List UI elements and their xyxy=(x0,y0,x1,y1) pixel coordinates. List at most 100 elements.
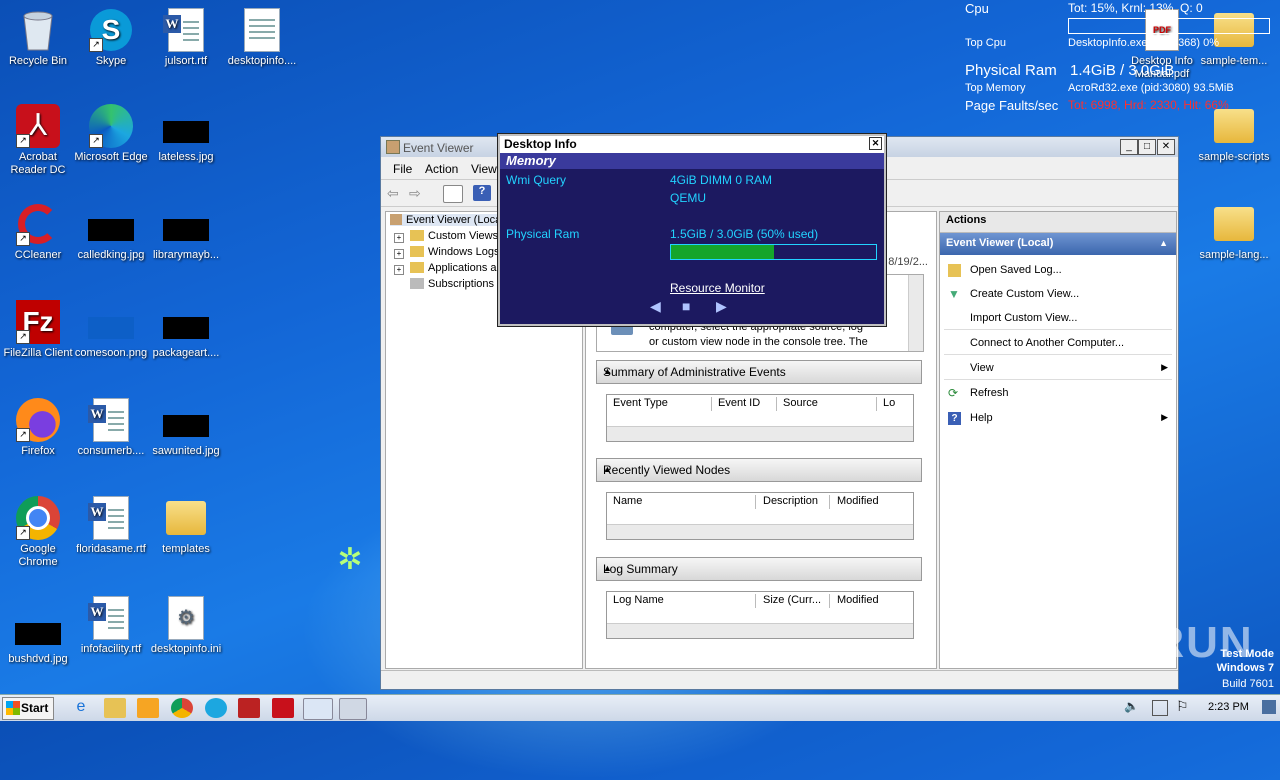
desktop-info-taskbar-icon[interactable] xyxy=(339,698,367,720)
event-viewer-taskbar-icon[interactable] xyxy=(303,698,333,720)
desktop-icon-skype[interactable]: S ↗ Skype xyxy=(73,8,149,68)
desktop-icon-chrome[interactable]: ↗ Google Chrome xyxy=(0,496,76,569)
log-summary-grid[interactable]: Log Name Size (Curr... Modified xyxy=(606,591,914,639)
recent-nodes-panel-header[interactable]: Recently Viewed Nodes ▲ xyxy=(596,458,922,482)
expand-icon[interactable]: + xyxy=(394,233,404,243)
collapse-icon[interactable]: ▲ xyxy=(603,563,915,573)
desktop-icon-bushdvd[interactable]: bushdvd.jpg xyxy=(0,606,76,666)
desktop-icon-librarymayb[interactable]: librarymayb... xyxy=(148,202,224,262)
back-arrow-icon[interactable]: ⇦ xyxy=(387,185,405,201)
column-header[interactable]: Event ID xyxy=(712,397,777,411)
image-thumbnail-icon xyxy=(162,104,210,148)
previous-page-icon[interactable]: ◀ xyxy=(650,298,661,315)
action-create-custom-view[interactable]: Create Custom View... xyxy=(970,288,1079,300)
actions-selected-node[interactable]: Event Viewer (Local) ▲ xyxy=(940,233,1176,255)
archive-app-icon[interactable] xyxy=(238,698,260,718)
horizontal-scrollbar[interactable] xyxy=(607,524,913,539)
desktop-icon-filezilla[interactable]: Fz ↗ FileZilla Client xyxy=(0,300,76,360)
desktop-icon-firefox[interactable]: ↗ Firefox xyxy=(0,398,76,458)
internet-explorer-icon[interactable]: e xyxy=(70,698,92,718)
column-header[interactable]: Event Type xyxy=(607,397,712,411)
action-import-custom-view[interactable]: Import Custom View... xyxy=(970,312,1077,324)
collapse-icon[interactable]: ▲ xyxy=(1159,238,1168,248)
desktop-icon-templates[interactable]: templates xyxy=(148,496,224,556)
physical-ram-label: Physical Ram xyxy=(965,62,1057,79)
show-desktop-button[interactable] xyxy=(1262,700,1276,714)
media-player-icon[interactable] xyxy=(137,698,159,718)
file-explorer-icon[interactable] xyxy=(104,698,126,718)
overview-scrollbar[interactable] xyxy=(908,275,923,351)
clock[interactable]: 2:23 PM xyxy=(1208,701,1249,713)
action-view[interactable]: View xyxy=(970,362,994,374)
summary-panel-header[interactable]: Summary of Administrative Events ▲ xyxy=(596,360,922,384)
next-page-icon[interactable]: ▶ xyxy=(716,298,727,315)
desktop-icon-desktopinfo[interactable]: desktopinfo.... xyxy=(224,8,300,68)
desktop-icon-recycle-bin[interactable]: Recycle Bin xyxy=(0,8,76,68)
collapse-icon[interactable]: ▲ xyxy=(603,366,915,376)
action-open-saved-log[interactable]: Open Saved Log... xyxy=(970,264,1062,276)
collapse-icon[interactable]: ▲ xyxy=(603,464,915,474)
acrobat-taskbar-icon[interactable] xyxy=(272,698,294,718)
network-icon[interactable] xyxy=(1152,700,1168,716)
column-header[interactable]: Log Name xyxy=(607,594,756,608)
desktop-icon-packageart[interactable]: packageart.... xyxy=(148,300,224,360)
action-help[interactable]: Help xyxy=(970,412,993,424)
desktop-icon-acrobat[interactable]: ⅄ ↗ Acrobat Reader DC xyxy=(0,104,76,177)
desktop-icon-edge[interactable]: ↗ Microsoft Edge xyxy=(73,104,149,164)
desktop-info-window[interactable]: Desktop Info ✕ Memory Wmi Query 4GiB DIM… xyxy=(498,134,886,326)
column-header[interactable]: Modified xyxy=(831,495,907,509)
action-connect-computer[interactable]: Connect to Another Computer... xyxy=(970,337,1124,349)
minimize-button[interactable]: _ xyxy=(1120,139,1138,155)
tree-item-subscriptions[interactable]: Subscriptions xyxy=(410,278,494,290)
desktop-icon-sawunited[interactable]: sawunited.jpg xyxy=(148,398,224,458)
test-mode-line: Test Mode xyxy=(1220,648,1274,660)
menu-action[interactable]: Action xyxy=(425,162,458,176)
speaker-icon[interactable]: 🔈 xyxy=(1124,699,1142,715)
action-center-flag-icon[interactable]: ⚐ xyxy=(1176,698,1189,715)
recent-nodes-grid[interactable]: Name Description Modified xyxy=(606,492,914,540)
column-header[interactable]: Description xyxy=(757,495,830,509)
desktop-icon-infofacility[interactable]: W infofacility.rtf xyxy=(73,596,149,656)
desktop-icon-sample-scripts[interactable]: sample-scripts xyxy=(1196,104,1272,164)
forward-arrow-icon[interactable]: ⇨ xyxy=(409,185,427,201)
column-header[interactable]: Source xyxy=(777,397,877,411)
chrome-taskbar-icon[interactable] xyxy=(171,698,193,718)
horizontal-scrollbar[interactable] xyxy=(607,623,913,638)
recycle-bin-icon xyxy=(14,8,62,52)
log-summary-panel-header[interactable]: Log Summary ▲ xyxy=(596,557,922,581)
desktop-icon-floridasame[interactable]: W floridasame.rtf xyxy=(73,496,149,556)
desktop-icon-ccleaner[interactable]: ↗ CCleaner xyxy=(0,202,76,262)
tree-item-event-viewer-local[interactable]: Event Viewer (Local) xyxy=(390,214,508,226)
desktop-icon-desktopinfo-ini[interactable]: ⚙ desktopinfo.ini xyxy=(148,596,224,656)
column-header[interactable]: Lo xyxy=(877,397,903,411)
menu-file[interactable]: File xyxy=(393,162,412,176)
column-header[interactable]: Modified xyxy=(831,594,899,608)
separator xyxy=(944,379,1172,380)
horizontal-scrollbar[interactable] xyxy=(607,426,913,441)
desktop-icon-lateless[interactable]: lateless.jpg xyxy=(148,104,224,164)
tree-item-custom-views[interactable]: Custom Views xyxy=(410,230,498,242)
start-button[interactable]: Start xyxy=(2,697,54,720)
column-header[interactable]: Size (Curr... xyxy=(757,594,830,608)
resource-monitor-link[interactable]: Resource Monitor xyxy=(670,281,765,295)
stop-icon[interactable]: ■ xyxy=(682,298,690,314)
action-refresh[interactable]: Refresh xyxy=(970,387,1009,399)
desktop-icon-consumerb[interactable]: W consumerb.... xyxy=(73,398,149,458)
help-icon[interactable]: ? xyxy=(473,185,491,201)
close-button[interactable]: ✕ xyxy=(1157,139,1175,155)
desktop-icon-julsort[interactable]: W julsort.rtf xyxy=(148,8,224,68)
expand-icon[interactable]: + xyxy=(394,265,404,275)
desktop-info-titlebar[interactable]: Desktop Info ✕ xyxy=(500,136,884,153)
desktop-icon-comesoon[interactable]: comesoon.png xyxy=(73,300,149,360)
tree-item-windows-logs[interactable]: Windows Logs xyxy=(410,246,500,258)
edge-taskbar-icon[interactable] xyxy=(205,698,227,718)
close-icon[interactable]: ✕ xyxy=(869,137,882,150)
summary-grid[interactable]: Event Type Event ID Source Lo xyxy=(606,394,914,442)
expand-icon[interactable]: + xyxy=(394,249,404,259)
desktop-icon-sample-lang[interactable]: sample-lang... xyxy=(1196,202,1272,262)
maximize-button[interactable]: □ xyxy=(1138,139,1156,155)
desktop-icon-calledking[interactable]: calledking.jpg xyxy=(73,202,149,262)
menu-view[interactable]: View xyxy=(471,162,497,176)
column-header[interactable]: Name xyxy=(607,495,756,509)
console-tree-icon[interactable] xyxy=(443,185,463,203)
